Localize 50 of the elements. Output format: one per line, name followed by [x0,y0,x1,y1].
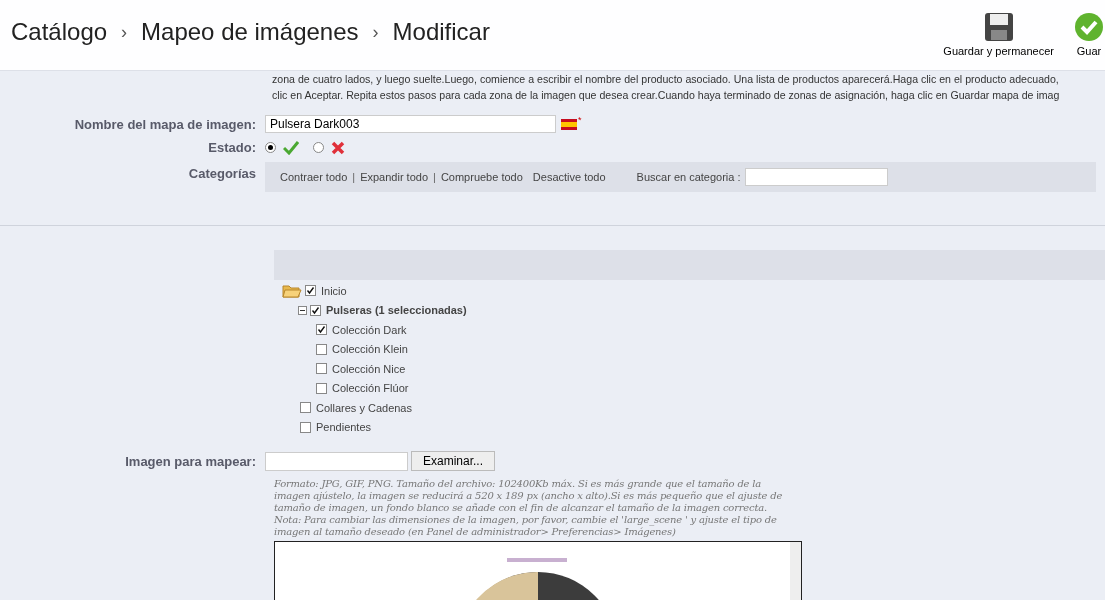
cross-icon [331,140,345,155]
name-input[interactable]: Pulsera Dark003 [265,115,556,133]
field-label: Imagen para mapear: [124,453,257,469]
help-text: zona de cuatro lados, y luego suelte.Luego, comience a escribir el nombre del producto asociado. Una lista de productos aparecerá.Haga clic en el producto adecuado, [272,72,1060,87]
action-link[interactable]: Desactive todo [532,171,606,183]
check-icon [283,140,299,155]
collapse-icon[interactable] [298,305,307,315]
browse-button[interactable]: Examinar... [411,451,496,471]
checkbox[interactable] [310,304,321,316]
radio-button[interactable] [313,142,324,153]
checkbox[interactable] [316,324,327,336]
folder-icon [282,283,302,298]
toolbar-button[interactable]: Guar [1074,12,1104,57]
field-label: Estado: [207,140,257,155]
toolbar-button[interactable]: Guardar y permanecer [943,12,1054,57]
checkbox[interactable] [316,382,327,394]
category-label[interactable]: Collares y Cadenas [316,401,412,414]
field-label: Nombre del mapa de imagen: [73,116,257,132]
action-link[interactable]: Contraer todo [280,171,348,183]
file-input[interactable] [265,451,408,471]
category-label[interactable]: Inicio [321,284,347,297]
category-label[interactable]: Colección Nice [332,362,406,375]
checkbox[interactable] [300,402,311,414]
breadcrumb-item[interactable]: Catálogo [11,18,108,46]
required-mark: * [578,115,582,125]
checkbox[interactable] [300,421,311,433]
category-label[interactable]: Colección Dark [332,323,407,336]
flag-icon[interactable] [561,118,577,130]
radio-button[interactable] [265,142,276,153]
action-link[interactable]: Compruebe todo [440,171,523,183]
category-label[interactable]: Colección Flúor [332,382,409,395]
separator: | [352,171,356,183]
category-label[interactable]: Pulseras (1 seleccionadas) [326,304,467,317]
checkbox[interactable] [316,343,327,355]
category-label[interactable]: Colección Klein [332,343,408,356]
category-label[interactable]: Pendientes [316,421,372,434]
search-field[interactable] [744,168,888,186]
note-text: Nota: Para cambiar las dimensiones de la imagen, por favor, cambie el 'large_scene ' y ajuste el tipo de imagen al tamaño deseado (en Panel de administrador> Preferencias> Imágenes) [274,514,778,538]
checkbox[interactable] [316,363,327,375]
separator: | [433,171,436,183]
action-link[interactable]: Expandir todo [360,171,428,183]
help-text: clic en Aceptar. Repita estos pasos para cada zona de la imagen que desea crear.Cuando haya terminado de zonas de asignación, haga clic en Guardar mapa de imag [272,88,1061,103]
breadcrumb-item[interactable]: Mapeo de imágenes [141,18,359,46]
checkbox[interactable] [305,285,316,297]
breadcrumb-separator: › [372,21,379,43]
search-label: Buscar en categoria : [636,171,741,183]
breadcrumb-separator: › [121,21,128,43]
breadcrumb-item: Modificar [392,18,490,46]
hint-text: Formato: JPG, GIF, PNG. Tamaño del archivo: 102400Kb máx. Si es más grande que el tamaño de la imagen ajústelo, la imagen se reducirá a 520 x 189 px (ancho x alto).Si es más pequeño que el ajuste de tamaño de imagen, un fondo blanco se añade con el fin de alcanzar el tamaño de la imagen correcta. [274,478,784,514]
field-label: Categorías [187,165,257,181]
